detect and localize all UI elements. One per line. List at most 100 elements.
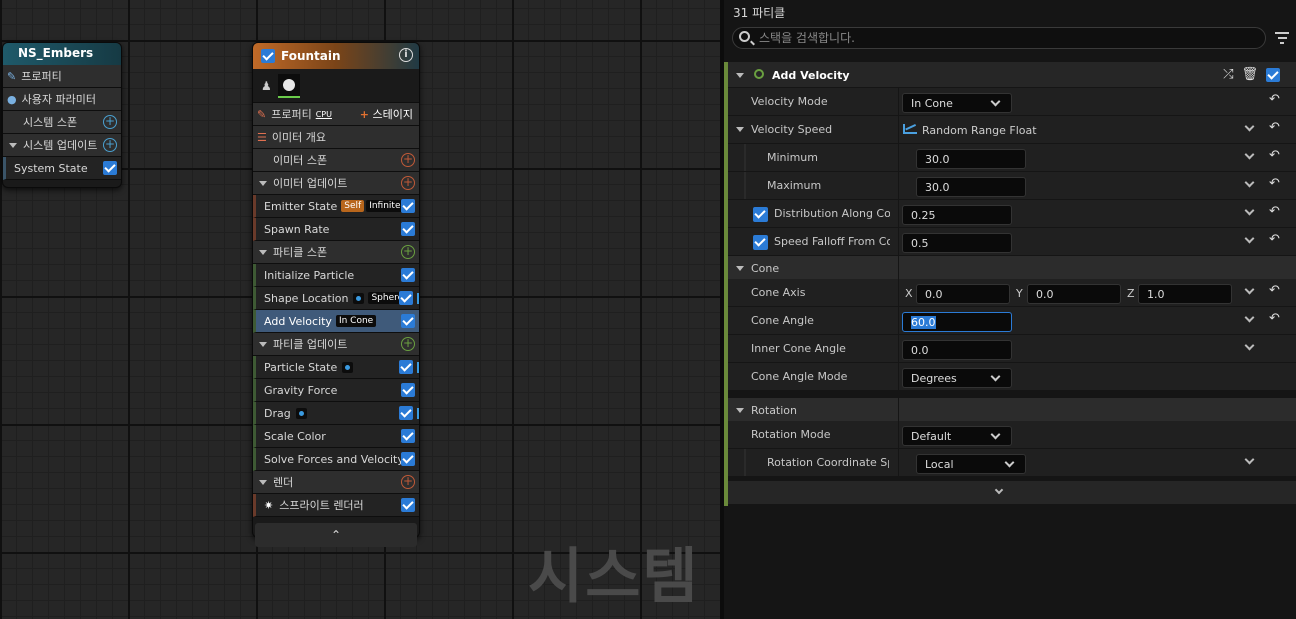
add-module-icon[interactable]: + <box>103 115 117 129</box>
chevron-down-icon[interactable] <box>1244 312 1255 323</box>
ns-embers-node[interactable]: NS_Embers ✎ 프로퍼티 ● 사용자 파라미터 시스템 스폰 + 시스템… <box>2 42 122 188</box>
chevron-down-icon[interactable] <box>1244 205 1255 216</box>
maximum-input[interactable]: 30.0 <box>916 177 1026 197</box>
enabled-checkbox[interactable] <box>401 429 415 443</box>
shuffle-icon[interactable]: ⤮ <box>1223 67 1233 82</box>
inner-cone-angle-input[interactable]: 0.0 <box>902 340 1012 360</box>
enabled-checkbox[interactable] <box>401 498 415 512</box>
enabled-checkbox[interactable] <box>399 291 413 305</box>
module-add-velocity[interactable]: Add Velocity In Cone <box>253 310 419 333</box>
add-module-icon[interactable]: + <box>401 153 415 167</box>
module-spawn-rate[interactable]: Spawn Rate <box>253 218 419 241</box>
ns-system-state-row[interactable]: System State <box>3 157 121 180</box>
add-module-icon[interactable]: + <box>401 176 415 190</box>
ns-user-params-row[interactable]: ● 사용자 파라미터 <box>3 88 121 111</box>
chevron-down-icon[interactable] <box>1244 340 1255 351</box>
reset-icon[interactable]: ↶ <box>1269 233 1281 246</box>
chevron-down-icon[interactable] <box>1244 177 1255 188</box>
collapse-arrow-icon[interactable] <box>9 142 17 148</box>
node-graph[interactable]: 시스템 NS_Embers ✎ 프로퍼티 ● 사용자 파라미터 시스템 스폰 +… <box>0 0 720 619</box>
collapse-arrow-icon[interactable] <box>736 408 744 413</box>
velocity-mode-dropdown[interactable]: In Cone <box>902 93 1012 113</box>
reset-icon[interactable]: ↶ <box>1269 177 1281 190</box>
distribution-checkbox[interactable] <box>753 207 768 222</box>
add-module-icon[interactable]: + <box>103 138 117 152</box>
cone-axis-y-input[interactable]: 0.0 <box>1027 284 1121 304</box>
ns-system-spawn-row[interactable]: 시스템 스폰 + <box>3 111 121 134</box>
distribution-input[interactable]: 0.25 <box>902 205 1012 225</box>
module-drag[interactable]: Drag <box>253 402 419 425</box>
enabled-checkbox[interactable] <box>399 406 413 420</box>
collapse-arrow-icon[interactable] <box>259 479 267 485</box>
falloff-checkbox[interactable] <box>753 235 768 250</box>
reset-icon[interactable]: ↶ <box>1269 93 1281 106</box>
enabled-checkbox[interactable] <box>103 161 117 175</box>
filter-icon[interactable] <box>1275 32 1289 44</box>
collapse-arrow-icon[interactable] <box>736 127 744 132</box>
chevron-down-icon[interactable] <box>1244 284 1255 295</box>
enabled-checkbox[interactable] <box>401 199 415 213</box>
cone-angle-input[interactable]: 60.0 <box>902 312 1012 332</box>
add-module-icon[interactable]: + <box>401 475 415 489</box>
stack-search-input[interactable]: 스택을 검색합니다. <box>732 27 1266 49</box>
info-icon[interactable]: i <box>399 48 413 62</box>
module-initialize-particle[interactable]: Initialize Particle <box>253 264 419 287</box>
rotation-mode-dropdown[interactable]: Default <box>902 426 1012 446</box>
enabled-checkbox[interactable] <box>399 360 413 374</box>
fountain-properties-row[interactable]: ✎ 프로퍼티 CPU + 스테이지 <box>253 103 419 126</box>
enabled-checkbox[interactable] <box>401 383 415 397</box>
emitter-enabled-checkbox[interactable] <box>261 49 275 63</box>
collapse-arrow-icon[interactable] <box>736 73 744 78</box>
collapse-arrow-icon[interactable] <box>736 266 744 271</box>
fountain-header[interactable]: Fountain i <box>253 43 419 69</box>
module-sprite-renderer[interactable]: ✷ 스프라이트 렌더러 <box>253 494 419 517</box>
reset-icon[interactable]: ↶ <box>1269 205 1281 218</box>
minimum-input[interactable]: 30.0 <box>916 149 1026 169</box>
cone-angle-mode-dropdown[interactable]: Degrees <box>902 368 1012 388</box>
add-module-icon[interactable]: + <box>401 245 415 259</box>
render-row[interactable]: 렌더 + <box>253 471 419 494</box>
cone-axis-z-input[interactable]: 1.0 <box>1138 284 1232 304</box>
emitter-summary-row[interactable]: ☰ 이미터 개요 <box>253 126 419 149</box>
collapse-arrow-icon[interactable] <box>259 341 267 347</box>
emitter-update-row[interactable]: 이미터 업데이트 + <box>253 172 419 195</box>
ns-node-title[interactable]: NS_Embers <box>3 43 121 65</box>
reset-icon[interactable]: ↶ <box>1269 312 1281 325</box>
module-header[interactable]: Add Velocity ⤮ 🗑 <box>728 62 1296 88</box>
emitter-spawn-row[interactable]: 이미터 스폰 + <box>253 149 419 172</box>
module-emitter-state[interactable]: Emitter State Self Infinite <box>253 195 419 218</box>
enabled-checkbox[interactable] <box>401 452 415 466</box>
cone-axis-x-input[interactable]: 0.0 <box>916 284 1010 304</box>
trash-icon[interactable]: 🗑 <box>1241 67 1258 82</box>
chevron-down-icon[interactable] <box>994 485 1004 495</box>
show-advanced-row[interactable] <box>728 481 1296 505</box>
add-module-icon[interactable]: + <box>401 337 415 351</box>
chevron-down-icon[interactable] <box>1244 121 1255 132</box>
collapse-node-button[interactable]: ⌃ <box>255 523 417 547</box>
module-scale-color[interactable]: Scale Color <box>253 425 419 448</box>
module-shape-location[interactable]: Shape Location Sphere <box>253 287 419 310</box>
falloff-input[interactable]: 0.5 <box>902 233 1012 253</box>
ns-system-update-row[interactable]: 시스템 업데이트 + <box>3 134 121 157</box>
collapse-arrow-icon[interactable] <box>259 249 267 255</box>
enabled-checkbox[interactable] <box>401 268 415 282</box>
chevron-down-icon[interactable] <box>1244 149 1255 160</box>
add-stage-button[interactable]: + 스테이지 <box>360 106 413 122</box>
module-solve-forces[interactable]: Solve Forces and Velocity <box>253 448 419 471</box>
module-enabled-checkbox[interactable] <box>1266 67 1280 82</box>
particle-update-row[interactable]: 파티클 업데이트 + <box>253 333 419 356</box>
dynamic-input-selector[interactable]: Random Range Float <box>903 124 1037 137</box>
chevron-down-icon[interactable] <box>1244 233 1255 244</box>
enabled-checkbox[interactable] <box>401 222 415 236</box>
collapse-arrow-icon[interactable] <box>259 180 267 186</box>
particle-spawn-row[interactable]: 파티클 스폰 + <box>253 241 419 264</box>
reset-icon[interactable]: ↶ <box>1269 149 1281 162</box>
ns-properties-row[interactable]: ✎ 프로퍼티 <box>3 65 121 88</box>
reset-icon[interactable]: ↶ <box>1269 121 1281 134</box>
fountain-emitter-node[interactable]: Fountain i ♟ ✎ 프로퍼티 CPU + 스테이지 ☰ 이미터 개요 … <box>252 42 420 547</box>
module-particle-state[interactable]: Particle State <box>253 356 419 379</box>
rotation-space-dropdown[interactable]: Local <box>916 454 1026 474</box>
particle-thumbnail[interactable] <box>277 73 300 98</box>
enabled-checkbox[interactable] <box>401 314 415 328</box>
reset-icon[interactable]: ↶ <box>1269 284 1281 297</box>
